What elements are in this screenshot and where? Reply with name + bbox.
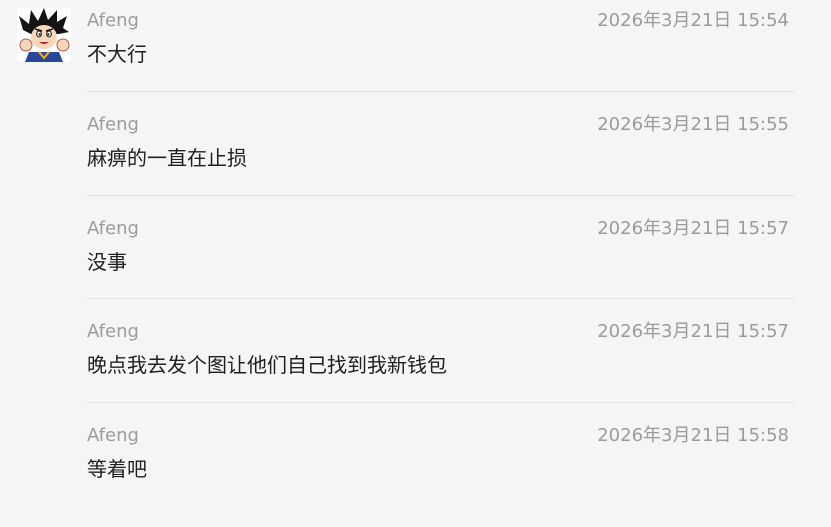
message-text: 晚点我去发个图让他们自己找到我新钱包: [87, 353, 447, 377]
message-item[interactable]: Afeng 2026年3月21日 15:55 麻痹的一直在止损: [87, 113, 795, 216]
message-text: 等着吧: [87, 457, 147, 481]
message-divider: [87, 298, 795, 299]
message-text: 没事: [87, 250, 127, 274]
message-timestamp: 2026年3月21日 15:57: [597, 218, 789, 239]
message-divider: [87, 195, 795, 196]
message-item[interactable]: Afeng 2026年3月21日 15:57 没事: [87, 217, 795, 320]
message-sender: Afeng: [87, 321, 139, 342]
message-sender: Afeng: [87, 218, 139, 239]
message-item[interactable]: Afeng 2026年3月21日 15:57 晚点我去发个图让他们自己找到我新钱…: [87, 320, 795, 423]
message-item[interactable]: Afeng 2026年3月21日 15:54 不大行: [87, 9, 795, 112]
sender-avatar[interactable]: [17, 8, 71, 62]
message-item[interactable]: Afeng 2026年3月21日 15:58 等着吧: [87, 424, 795, 527]
message-timestamp: 2026年3月21日 15:57: [597, 321, 789, 342]
message-text: 麻痹的一直在止损: [87, 146, 247, 170]
message-timestamp: 2026年3月21日 15:55: [597, 114, 789, 135]
message-timestamp: 2026年3月21日 15:58: [597, 425, 789, 446]
message-sender: Afeng: [87, 10, 139, 31]
message-sender: Afeng: [87, 425, 139, 446]
message-text: 不大行: [87, 42, 147, 66]
message-timestamp: 2026年3月21日 15:54: [597, 10, 789, 31]
message-divider: [87, 91, 795, 92]
message-divider: [87, 402, 795, 403]
cartoon-boy-avatar-icon: [17, 8, 71, 62]
message-sender: Afeng: [87, 114, 139, 135]
